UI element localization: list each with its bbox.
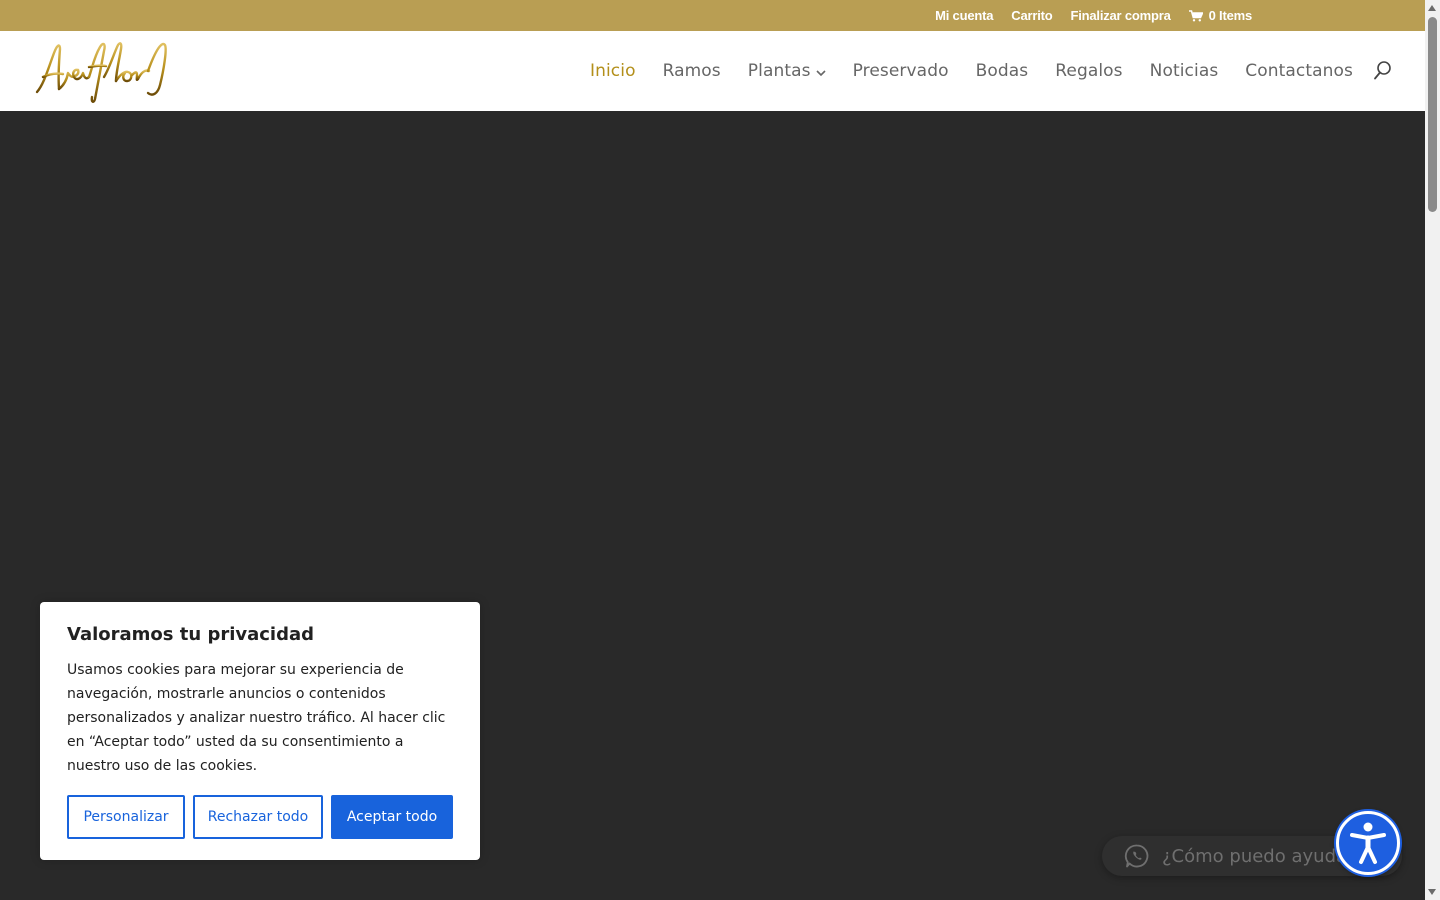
- my-account-link[interactable]: Mi cuenta: [935, 8, 993, 23]
- araflor-logo[interactable]: [34, 39, 168, 105]
- cookie-text: Usamos cookies para mejorar su experienc…: [67, 662, 446, 774]
- main-nav: Inicio Ramos Plantas Preservado Bodas Re…: [590, 31, 1353, 111]
- cart-link[interactable]: Carrito: [1011, 8, 1052, 23]
- cart-count: 0 Items: [1208, 8, 1253, 23]
- top-bar-links: Mi cuenta Carrito Finalizar compra 0 Ite…: [935, 0, 1252, 31]
- nav-item-noticias[interactable]: Noticias: [1150, 61, 1219, 81]
- shopping-cart-icon: [1188, 9, 1203, 21]
- page-scrollbar[interactable]: [1425, 0, 1440, 900]
- nav-item-preservado[interactable]: Preservado: [853, 61, 949, 81]
- checkout-link[interactable]: Finalizar compra: [1070, 8, 1170, 23]
- nav-item-inicio[interactable]: Inicio: [590, 61, 636, 81]
- whatsapp-icon: [1124, 844, 1149, 868]
- cookie-title: Valoramos tu privacidad: [67, 624, 315, 645]
- cookie-consent-banner: Valoramos tu privacidad Usamos cookies p…: [40, 602, 480, 860]
- scroll-up-arrow-icon[interactable]: [1428, 5, 1436, 11]
- cart-items-link[interactable]: 0 Items: [1188, 8, 1253, 23]
- accessibility-person-icon: [1350, 822, 1386, 864]
- cookie-actions: Personalizar Rechazar todo Aceptar todo: [67, 795, 453, 839]
- search-icon[interactable]: [1373, 60, 1393, 82]
- scroll-down-arrow-icon[interactable]: [1428, 889, 1436, 895]
- nav-item-plantas-label: Plantas: [747, 61, 811, 81]
- scrollbar-thumb[interactable]: [1428, 17, 1437, 212]
- reject-all-button[interactable]: Rechazar todo: [193, 795, 323, 839]
- nav-item-plantas[interactable]: Plantas: [748, 61, 826, 81]
- customize-button[interactable]: Personalizar: [67, 795, 185, 839]
- top-bar: Mi cuenta Carrito Finalizar compra 0 Ite…: [0, 0, 1425, 31]
- site-header: Inicio Ramos Plantas Preservado Bodas Re…: [0, 31, 1425, 111]
- nav-item-ramos[interactable]: Ramos: [663, 61, 721, 81]
- chevron-down-icon: [816, 69, 826, 76]
- accept-all-button[interactable]: Aceptar todo: [331, 795, 453, 839]
- nav-item-contactanos[interactable]: Contactanos: [1245, 61, 1353, 81]
- nav-item-regalos[interactable]: Regalos: [1055, 61, 1122, 81]
- accessibility-button[interactable]: [1336, 811, 1400, 875]
- nav-item-bodas[interactable]: Bodas: [976, 61, 1029, 81]
